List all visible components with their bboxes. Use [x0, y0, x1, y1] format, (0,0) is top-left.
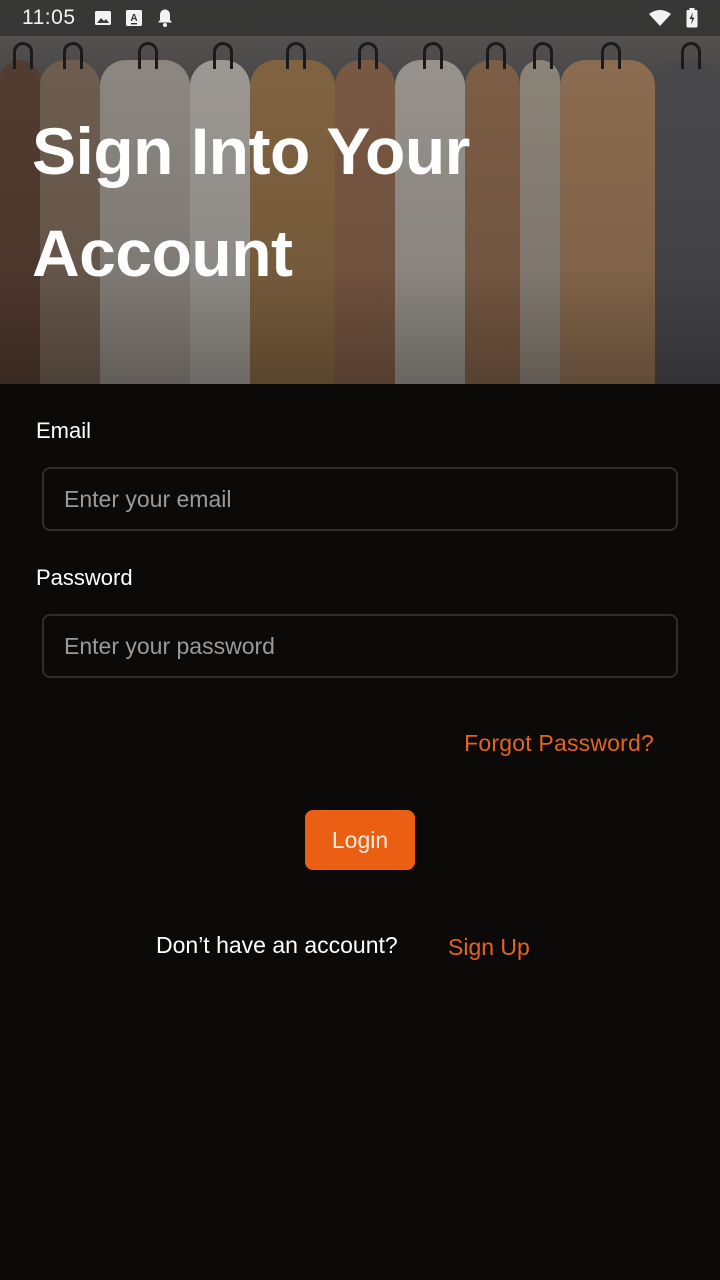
battery-charging-icon	[686, 8, 698, 28]
login-button[interactable]: Login	[305, 810, 415, 870]
email-field-container	[42, 467, 678, 531]
hero-banner: Sign Into Your Account	[0, 0, 720, 384]
font-download-icon: A	[125, 9, 142, 27]
password-input[interactable]	[64, 632, 676, 660]
email-input[interactable]	[64, 485, 676, 513]
page-title: Sign Into Your Account	[32, 114, 470, 290]
svg-text:A: A	[130, 13, 137, 24]
password-field-container	[42, 614, 678, 678]
status-right-icons	[648, 8, 698, 28]
email-label: Email	[36, 418, 92, 443]
signup-link[interactable]: Sign Up	[448, 934, 530, 961]
status-time: 11:05	[22, 6, 76, 29]
image-icon	[94, 9, 112, 27]
notification-bell-icon	[156, 8, 174, 28]
signup-row: Don’t have an account? Sign Up	[0, 932, 720, 968]
login-screen: Sign Into Your Account 11:05 A Email Pas…	[0, 0, 720, 1280]
signup-prompt: Don’t have an account?	[156, 932, 398, 958]
wifi-icon	[648, 9, 672, 27]
forgot-password-link[interactable]: Forgot Password?	[464, 730, 654, 757]
status-bar: 11:05 A	[0, 0, 720, 36]
password-label: Password	[36, 565, 133, 590]
